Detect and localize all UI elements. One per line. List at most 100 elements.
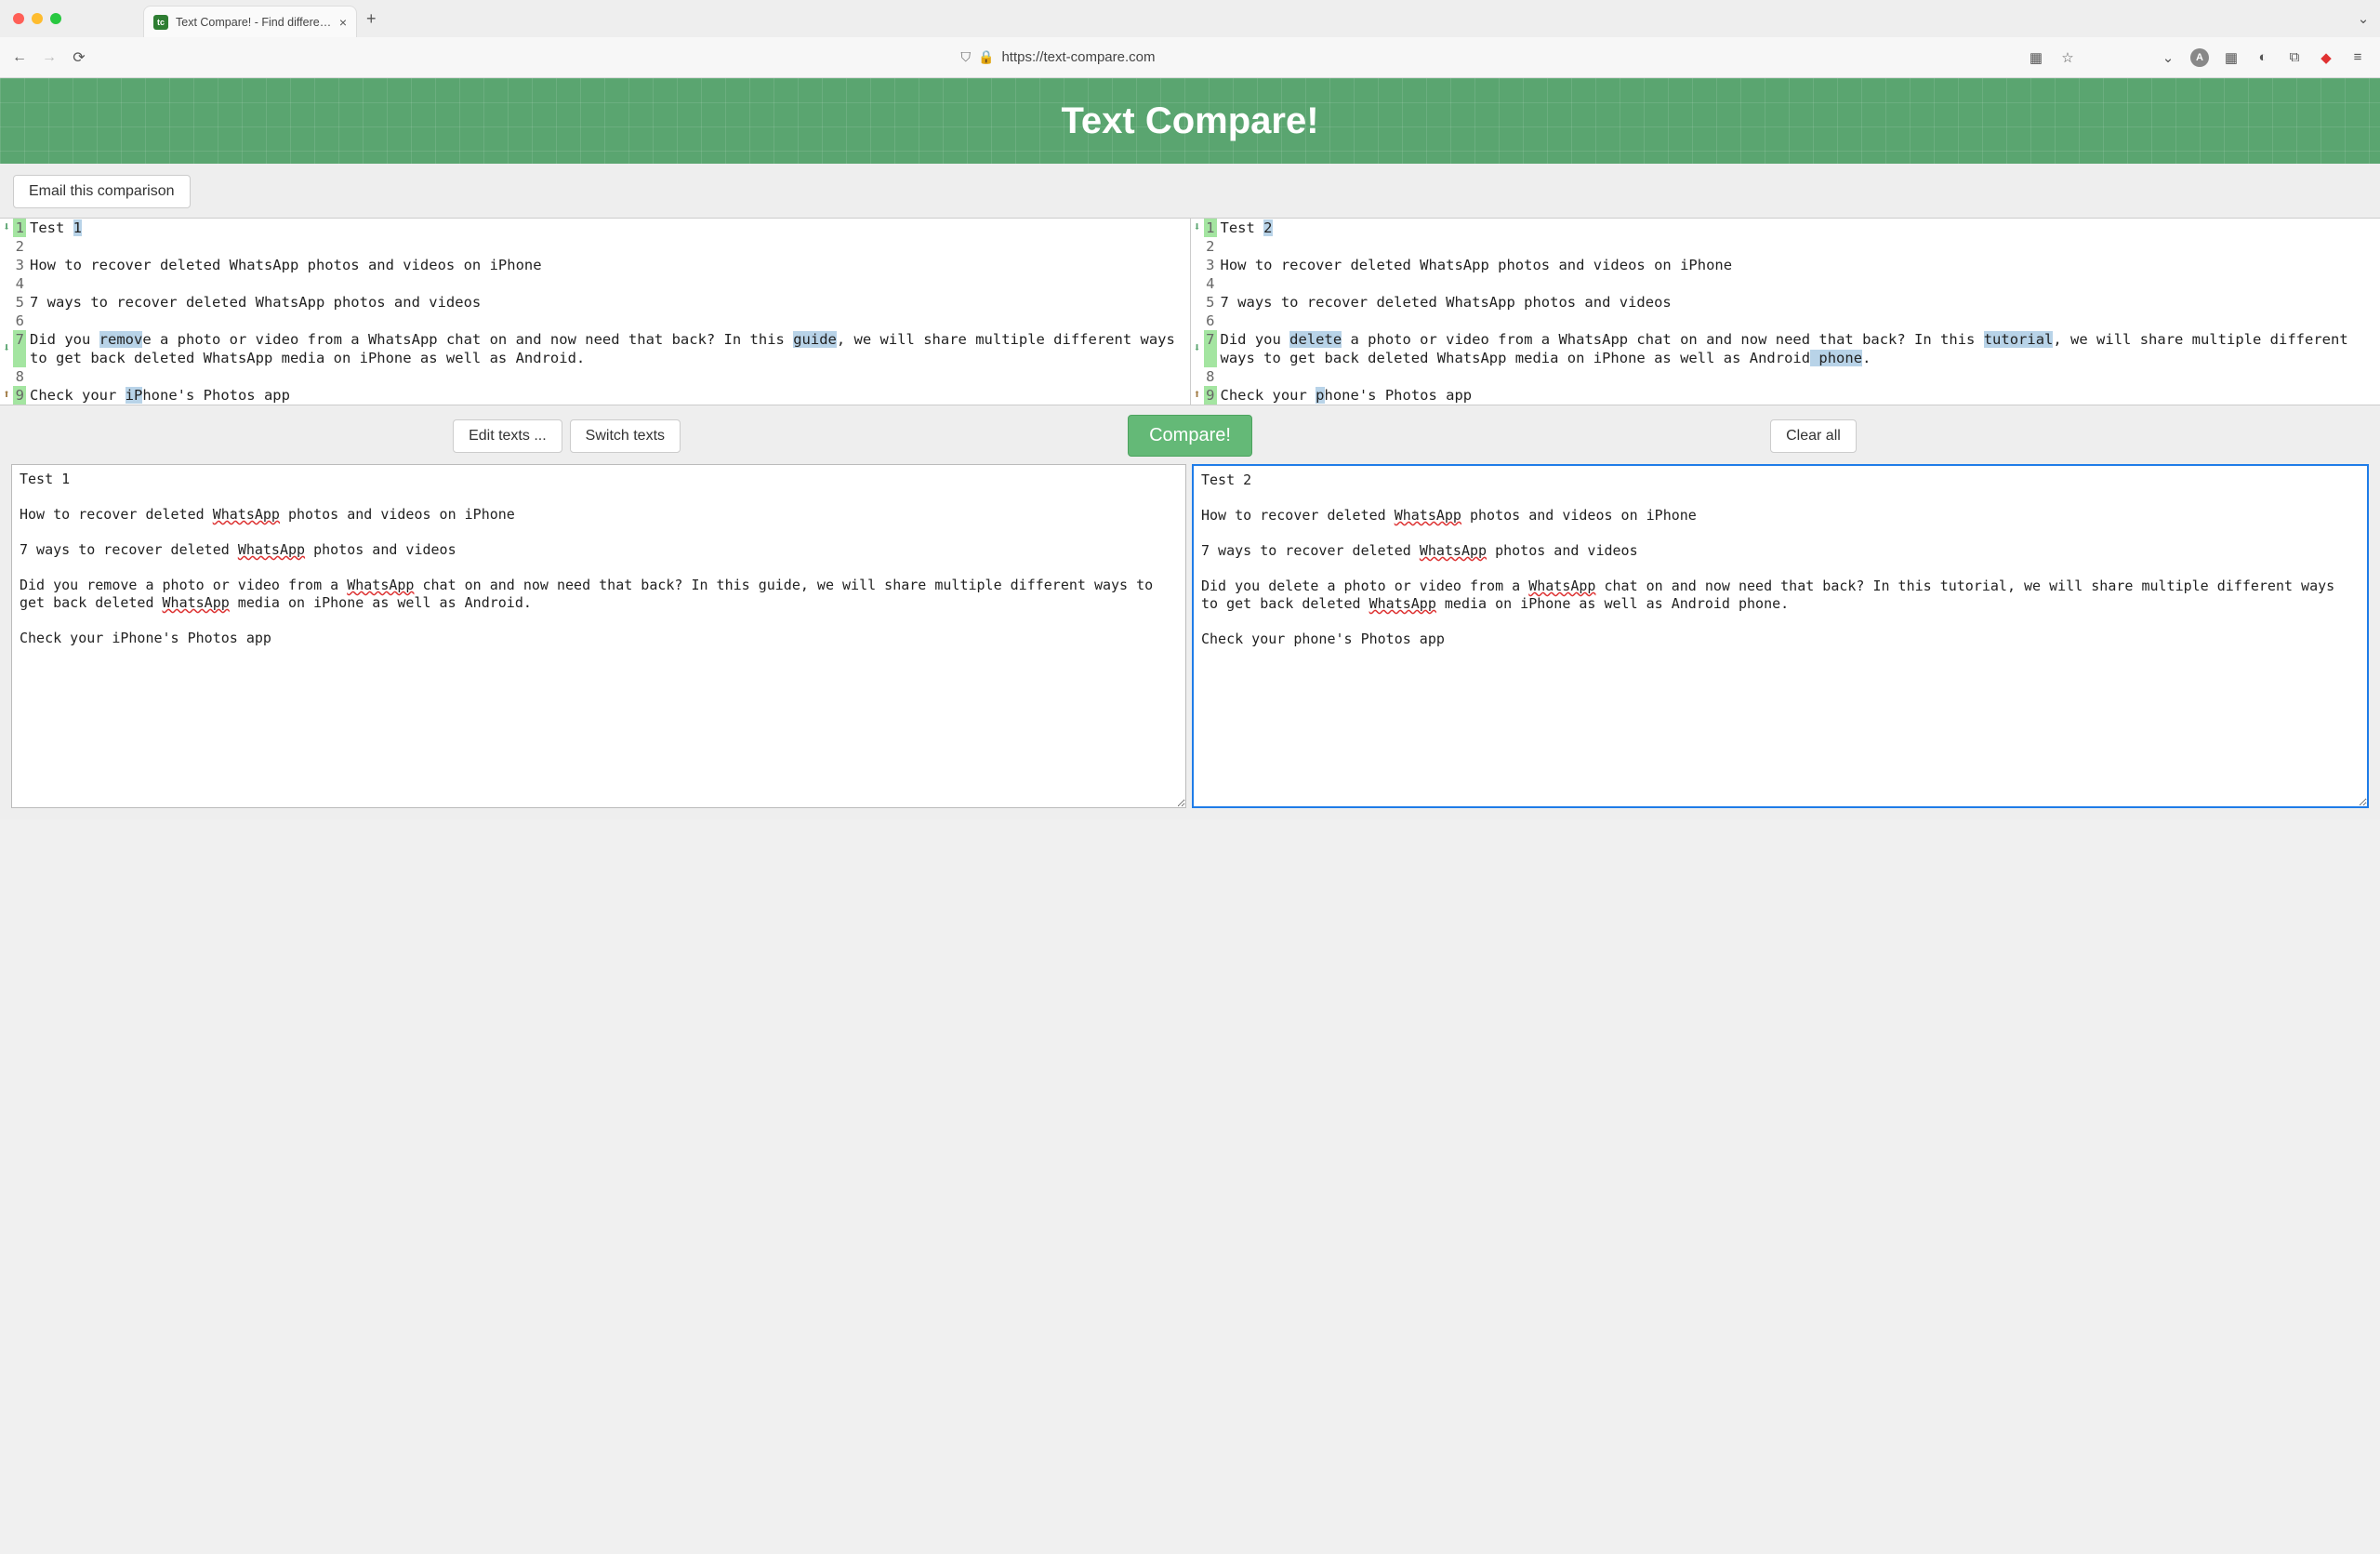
line-number: 5 (1204, 293, 1217, 312)
diff-line: ⬆9Check your phone's Photos app (1191, 386, 2380, 405)
diff-line: ⬇1Test 2 (1191, 219, 2380, 237)
line-number: 3 (1204, 256, 1217, 274)
toolbar-right-icons: ▦ ☆ ⌄ A ▦ ◐ ⧉ ◆ ≡ (2027, 48, 2371, 67)
grid-apps-icon[interactable]: ▦ (2027, 48, 2045, 67)
edit-texts-button[interactable]: Edit texts ... (453, 419, 562, 453)
window-minimize-button[interactable] (32, 13, 43, 24)
next-diff-arrow-icon[interactable]: ⬇ (1191, 330, 1204, 367)
diff-arrow-gutter (1191, 367, 1204, 386)
line-content: 7 ways to recover deleted WhatsApp photo… (1217, 293, 2380, 312)
line-number: 8 (1204, 367, 1217, 386)
next-diff-arrow-icon[interactable]: ⬇ (0, 330, 13, 367)
forward-button[interactable]: → (39, 49, 60, 66)
line-number: 7 (13, 330, 26, 367)
diff-line: 6 (0, 312, 1190, 330)
clear-all-button[interactable]: Clear all (1770, 419, 1857, 453)
line-number: 7 (1204, 330, 1217, 367)
extensions-icon[interactable]: ⧉ (2285, 48, 2304, 67)
line-number: 9 (1204, 386, 1217, 405)
line-content: Did you delete a photo or video from a W… (1217, 330, 2380, 367)
diff-line: ⬇7Did you delete a photo or video from a… (1191, 330, 2380, 367)
diff-arrow-gutter (1191, 274, 1204, 293)
prev-diff-arrow-icon[interactable]: ⬆ (0, 386, 13, 405)
diff-line: 8 (1191, 367, 2380, 386)
line-content: Check your iPhone's Photos app (26, 386, 1190, 405)
window-controls (13, 13, 61, 24)
tabs-dropdown-button[interactable]: ⌄ (2354, 9, 2373, 28)
diff-line: ⬇7Did you remove a photo or video from a… (0, 330, 1190, 367)
diff-line: 57 ways to recover deleted WhatsApp phot… (1191, 293, 2380, 312)
line-content (1217, 237, 2380, 256)
extension-grid-icon[interactable]: ▦ (2222, 48, 2241, 67)
extension-a-icon[interactable]: A (2190, 48, 2209, 67)
lock-icon: 🔒 (978, 49, 994, 65)
diff-arrow-gutter (1191, 293, 1204, 312)
new-tab-button[interactable]: + (366, 9, 377, 29)
tracking-shield-icon[interactable]: ⛉ (961, 49, 972, 65)
diff-arrow-gutter (1191, 312, 1204, 330)
line-content: Test 1 (26, 219, 1190, 237)
browser-toolbar: ← → ⟳ ⛉ 🔒 https://text-compare.com ▦ ☆ ⌄… (0, 37, 2380, 78)
diff-line: ⬇1Test 1 (0, 219, 1190, 237)
reload-button[interactable]: ⟳ (69, 48, 89, 67)
diff-line: 8 (0, 367, 1190, 386)
line-content: How to recover deleted WhatsApp photos a… (1217, 256, 2380, 274)
diff-result: ⬇1Test 123How to recover deleted WhatsAp… (0, 218, 2380, 405)
diff-line: 2 (0, 237, 1190, 256)
line-number: 6 (1204, 312, 1217, 330)
line-content (26, 237, 1190, 256)
tab-strip: tc Text Compare! - Find differenc × + ⌄ (0, 0, 2380, 37)
browser-chrome: tc Text Compare! - Find differenc × + ⌄ … (0, 0, 2380, 78)
back-button[interactable]: ← (9, 49, 30, 66)
diff-arrow-gutter (0, 274, 13, 293)
next-diff-arrow-icon[interactable]: ⬇ (1191, 219, 1204, 237)
window-close-button[interactable] (13, 13, 24, 24)
tab-title: Text Compare! - Find differenc (176, 16, 332, 29)
switch-texts-button[interactable]: Switch texts (570, 419, 681, 453)
page-title: Text Compare! (1061, 100, 1318, 142)
browser-tab[interactable]: tc Text Compare! - Find differenc × (143, 6, 357, 37)
line-number: 1 (1204, 219, 1217, 237)
diff-line: 3How to recover deleted WhatsApp photos … (1191, 256, 2380, 274)
textarea-left[interactable]: Test 1How to recover deleted WhatsApp ph… (11, 464, 1186, 808)
diff-pane-left: ⬇1Test 123How to recover deleted WhatsAp… (0, 219, 1191, 405)
diff-arrow-gutter (0, 256, 13, 274)
textarea-right[interactable]: Test 2How to recover deleted WhatsApp ph… (1192, 464, 2369, 808)
line-content (26, 274, 1190, 293)
diff-line: 4 (0, 274, 1190, 293)
compare-button[interactable]: Compare! (1128, 415, 1252, 457)
tab-close-button[interactable]: × (339, 15, 347, 30)
line-content: Check your phone's Photos app (1217, 386, 2380, 405)
line-content (1217, 312, 2380, 330)
line-number: 5 (13, 293, 26, 312)
pocket-icon[interactable]: ⌄ (2159, 48, 2177, 67)
line-number: 4 (1204, 274, 1217, 293)
prev-diff-arrow-icon[interactable]: ⬆ (1191, 386, 1204, 405)
diff-arrow-gutter (1191, 237, 1204, 256)
line-number: 8 (13, 367, 26, 386)
email-comparison-button[interactable]: Email this comparison (13, 175, 191, 208)
favicon-icon: tc (153, 15, 168, 30)
line-number: 4 (13, 274, 26, 293)
line-content (1217, 367, 2380, 386)
next-diff-arrow-icon[interactable]: ⬇ (0, 219, 13, 237)
diff-line: 2 (1191, 237, 2380, 256)
diff-line: 57 ways to recover deleted WhatsApp phot… (0, 293, 1190, 312)
line-number: 3 (13, 256, 26, 274)
url-bar[interactable]: ⛉ 🔒 https://text-compare.com (99, 49, 2017, 65)
line-content (26, 312, 1190, 330)
line-content (26, 367, 1190, 386)
line-number: 2 (13, 237, 26, 256)
window-zoom-button[interactable] (50, 13, 61, 24)
diff-arrow-gutter (1191, 256, 1204, 274)
diff-line: ⬆9Check your iPhone's Photos app (0, 386, 1190, 405)
line-number: 2 (1204, 237, 1217, 256)
hamburger-menu-button[interactable]: ≡ (2348, 48, 2367, 67)
bookmark-star-icon[interactable]: ☆ (2058, 48, 2077, 67)
extension-circle-icon[interactable]: ◐ (2254, 48, 2272, 67)
line-content: How to recover deleted WhatsApp photos a… (26, 256, 1190, 274)
diff-line: 4 (1191, 274, 2380, 293)
url-text: https://text-compare.com (1001, 49, 1155, 65)
line-number: 9 (13, 386, 26, 405)
extension-shield-icon[interactable]: ◆ (2317, 48, 2335, 67)
